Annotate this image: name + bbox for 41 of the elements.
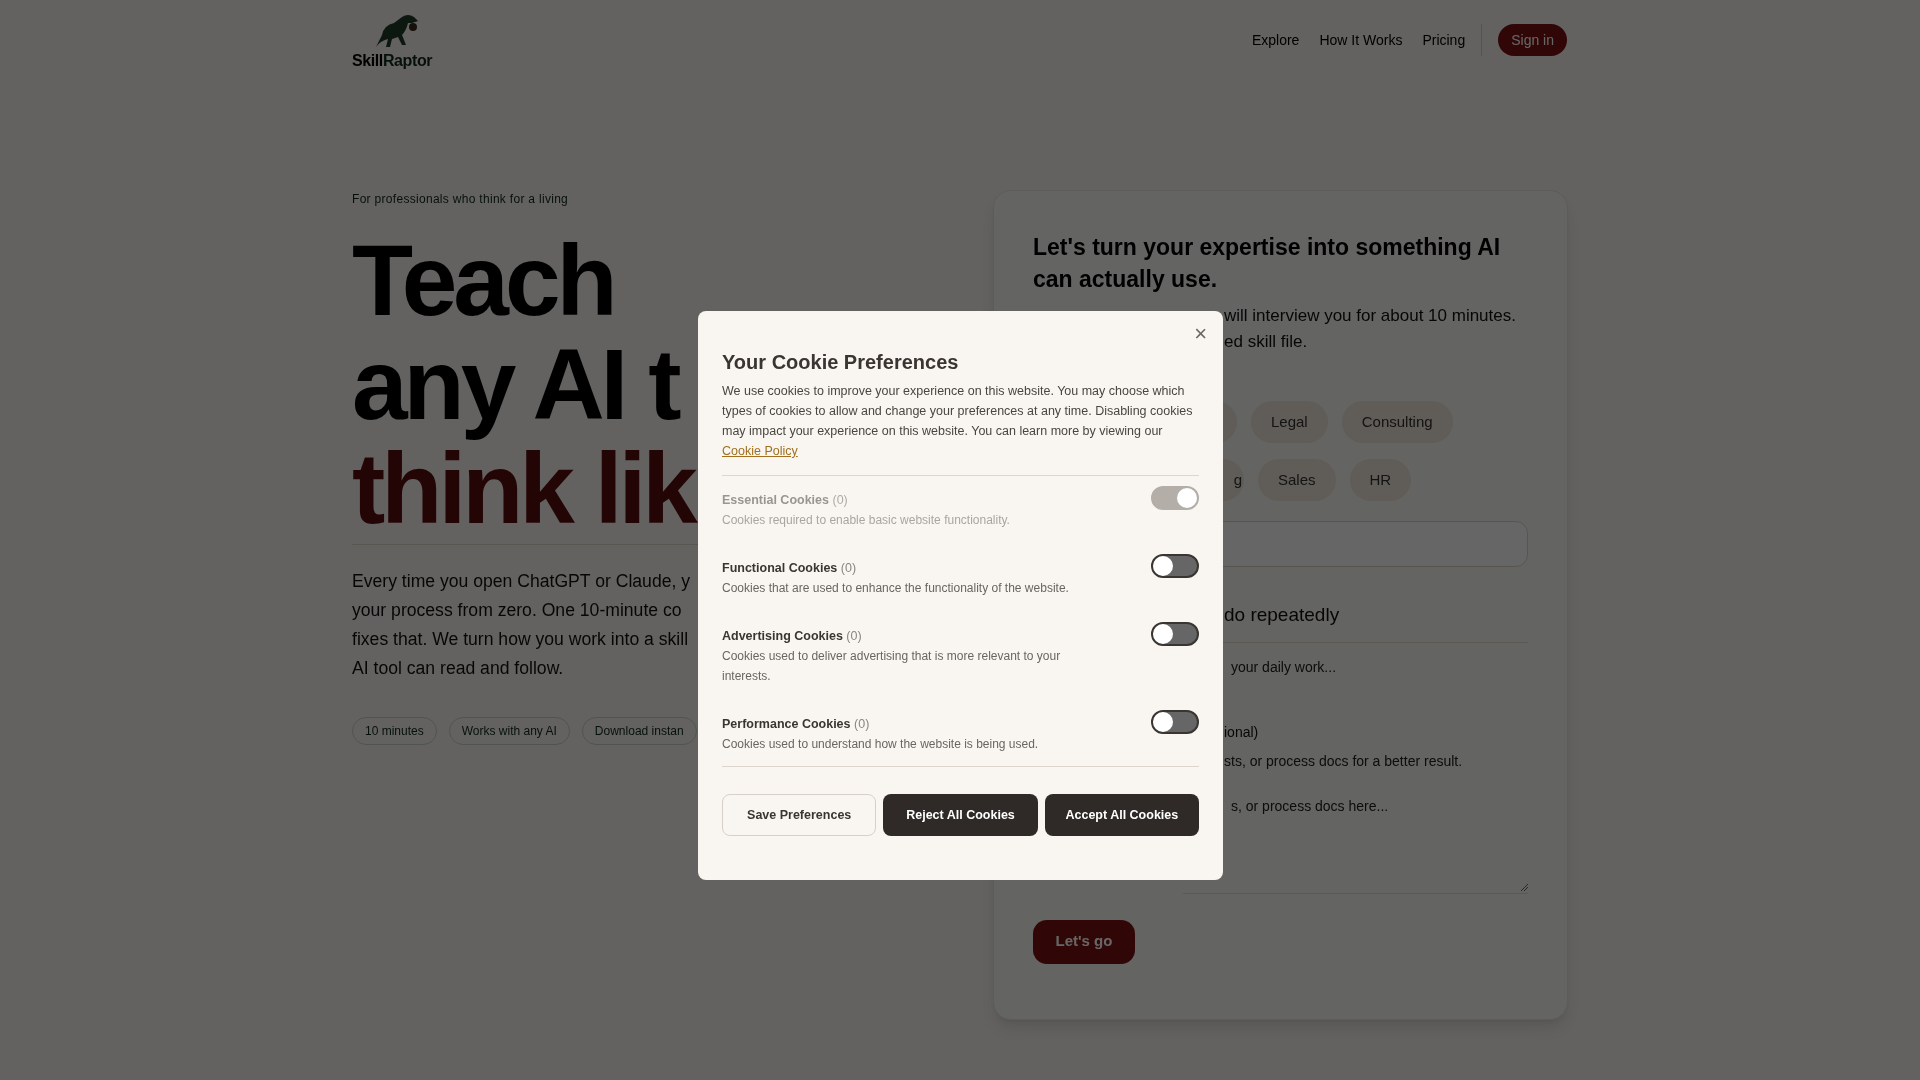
toggle-switch[interactable] (1151, 622, 1199, 646)
cookie-action-button[interactable]: Accept All Cookies (1044, 794, 1199, 836)
eyebrow-text: For professionals who think for a living (352, 191, 570, 208)
cookie-category-title: Advertising Cookies (0) (722, 628, 863, 645)
category-tag[interactable]: Consulting (1341, 401, 1453, 443)
dialog-description: We use cookies to improve your experience on this website. You may choose which types of cookies to allow and change your preferences at any time. Disabling cookies may impact your experience on this website. You can learn more by viewing our Cookie Policy (722, 383, 1194, 460)
cookie-category-title: Performance Cookies (0) (722, 716, 871, 733)
cookie-category-description: Cookies used to understand how the website is being used. (722, 736, 1040, 753)
cookie-category-description: Cookies that are used to enhance the functionality of the website. (722, 580, 1070, 597)
optional-hint: sts, or process docs for a better result. (1224, 751, 1464, 771)
toggle-switch[interactable] (1151, 554, 1199, 578)
intro-line: will interview you for about 10 minutes. (1224, 305, 1517, 327)
cookie-action-button[interactable]: Save Preferences (722, 794, 877, 836)
lets-go-button[interactable]: Let's go (1033, 919, 1135, 964)
cookie-category-title: Essential Cookies (0) (722, 492, 849, 509)
nav-link[interactable]: How It Works (1319, 29, 1403, 51)
cookie-action-button[interactable]: Reject All Cookies (883, 794, 1038, 836)
toggle-switch[interactable] (1151, 710, 1199, 734)
nav-link[interactable]: Pricing (1422, 29, 1466, 51)
paragraph-line: AI tool can read and follow. (352, 657, 564, 680)
paragraph-line: Every time you open ChatGPT or Claude, y (352, 570, 691, 593)
nav-link[interactable]: Explore (1251, 29, 1300, 51)
cookie-policy-link[interactable]: Cookie Policy (722, 444, 798, 458)
category-tag[interactable]: HR (1349, 459, 1412, 501)
close-button[interactable]: × (1194, 323, 1207, 345)
intro-line: ed skill file. (1224, 331, 1309, 353)
cookie-category-title: Functional Cookies (0) (722, 560, 858, 577)
paragraph-line: your process from zero. One 10-minute co (352, 599, 682, 622)
dialog-title: Your Cookie Preferences (722, 350, 960, 375)
logo-wordmark[interactable]: SkillRaptor (352, 53, 433, 69)
paragraph-line: fixes that. We turn how you work into a skill (352, 628, 689, 651)
headline-line: Teach (352, 228, 615, 332)
question-label: do repeatedly (1224, 603, 1341, 627)
cookie-category-description: Cookies used to deliver advertising that is more relevant to your interests. (722, 648, 1062, 685)
card-heading: Let's turn your expertise into something AI can actually use. (1033, 233, 1502, 294)
category-tag[interactable]: Legal (1251, 401, 1328, 443)
cookie-category-description: Cookies required to enable basic website functionality. (722, 512, 1011, 529)
category-tag[interactable]: Sales (1258, 459, 1336, 501)
optional-label: ional) (1224, 722, 1260, 742)
sign-in-button[interactable]: Sign in (1498, 24, 1567, 56)
resize-handle-icon[interactable] (1520, 882, 1528, 891)
